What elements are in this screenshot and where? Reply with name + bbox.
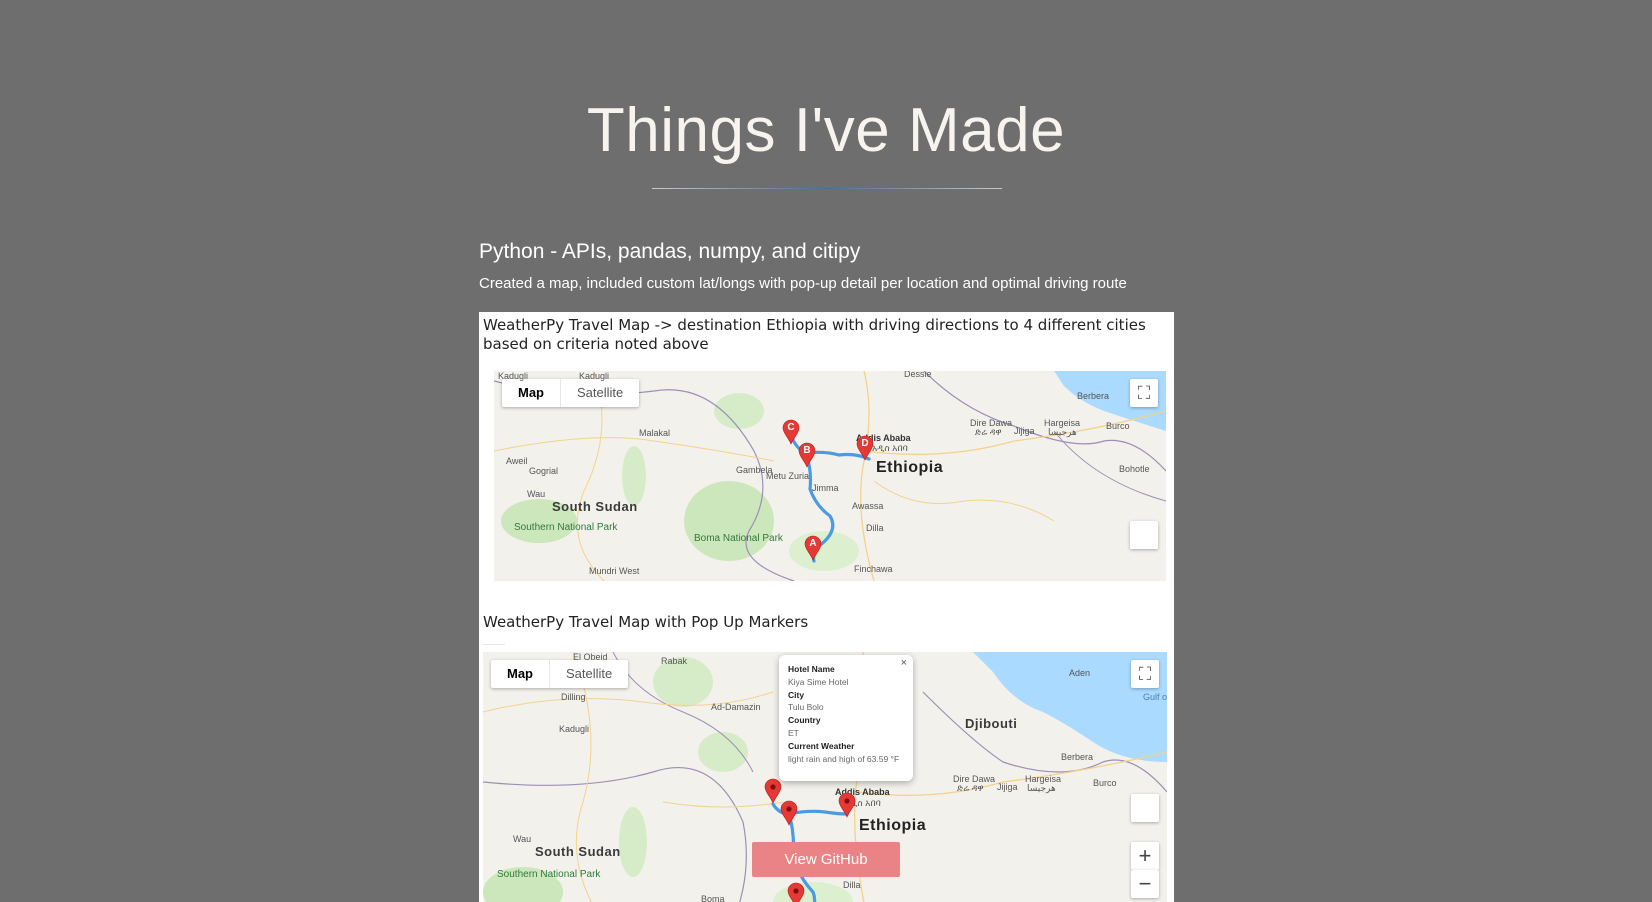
caption-divider — [483, 644, 505, 645]
map1-label-hargeisa-so: هرجيسا — [1048, 427, 1077, 437]
map1-label-dessie: Dessie — [904, 371, 932, 379]
map1-label-addis-am: አዲስ አበባ — [872, 443, 908, 453]
map1-label-gogrial: Gogrial — [529, 466, 559, 476]
map2-label-boma: Boma — [701, 894, 725, 902]
map2-satellite-button[interactable]: Satellite — [549, 660, 628, 688]
popup-city-label: City — [788, 689, 805, 700]
map2-label-ad-damazin: Ad-Damazin — [711, 702, 761, 712]
map1-label-kadugli-2: Kadugli — [579, 371, 610, 381]
map1-label-southern-park: Southern National Park — [514, 522, 618, 533]
map2-label-wau: Wau — [513, 834, 532, 844]
map1-marker-d-label: D — [861, 438, 869, 449]
marker-info-popup: × Hotel Name Kiya Sime Hotel City Tulu B… — [779, 655, 913, 781]
page: Things I've Made Python - APIs, pandas, … — [0, 0, 1652, 902]
map1-label-metu: Metu Zuria — [766, 471, 810, 481]
map1-label-finchawa: Finchawa — [854, 564, 893, 574]
map1-marker-c-label: C — [787, 422, 795, 433]
map1-label-bohotle: Bohotle — [1119, 464, 1150, 474]
map1-label-berbera: Berbera — [1077, 391, 1110, 401]
map1-label-malakal: Malakal — [639, 428, 671, 438]
fullscreen-icon: ⛶ — [1137, 383, 1151, 403]
map2-zoom-in-button[interactable]: + — [1131, 842, 1159, 870]
map2-label-aden: Aden — [1069, 668, 1091, 678]
marker-icon — [780, 800, 798, 826]
project-heading: Python - APIs, pandas, numpy, and citipy — [479, 240, 861, 263]
map2-label-southern-park: Southern National Park — [497, 869, 601, 880]
map2-label-djibouti: Djibouti — [965, 716, 1018, 731]
close-icon[interactable]: × — [901, 657, 907, 670]
map1-fullscreen-button[interactable]: ⛶ — [1130, 379, 1158, 407]
map1-map-button[interactable]: Map — [502, 379, 560, 407]
map1-label-dilla: Dilla — [866, 523, 884, 533]
map2-label-south-sudan: South Sudan — [535, 844, 621, 859]
map2-marker-3[interactable] — [838, 792, 856, 818]
map1-label-burco: Burco — [1106, 421, 1130, 431]
popup-weather-label: Current Weather — [788, 740, 855, 751]
map1-label-mundri: Mundri West — [589, 566, 640, 576]
popup-country-label: Country — [788, 715, 821, 726]
popup-country-value: ET — [788, 727, 799, 738]
map1-label-south-sudan: South Sudan — [552, 499, 638, 514]
map2-label-berbera: Berbera — [1061, 752, 1094, 762]
map1-label-aweil: Aweil — [506, 456, 528, 466]
map2-label-hargeisa-so: هرجيسا — [1027, 783, 1056, 793]
map1-marker-a-label: A — [809, 538, 817, 549]
map2-label-rabak: Rabak — [661, 656, 688, 666]
map1-label-awassa: Awassa — [852, 501, 884, 511]
map1-marker-a[interactable]: A — [804, 535, 822, 561]
map1-marker-d[interactable]: D — [856, 435, 874, 461]
map1-label-wau: Wau — [527, 489, 546, 499]
map2-marker-2[interactable] — [780, 800, 798, 826]
map2-label-dire-dawa-am: ድሬ ዳዋ — [957, 783, 984, 793]
map2-label-el-obeid: El Obeid — [573, 652, 608, 662]
map2-label-jijiga: Jijiga — [997, 782, 1018, 792]
map1-marker-b-label: B — [803, 445, 811, 456]
map2-zoom-out-button[interactable]: − — [1131, 870, 1159, 898]
map1-label-jijiga: Jijiga — [1014, 426, 1035, 436]
map1-maptype-control: Map Satellite — [502, 379, 640, 407]
popup-hotel-label: Hotel Name — [788, 664, 835, 674]
map2-streetview-button[interactable] — [1131, 794, 1159, 822]
fullscreen-icon: ⛶ — [1138, 664, 1152, 684]
plus-icon: + — [1138, 843, 1152, 868]
popup-city-value: Tulu Bolo — [788, 702, 824, 713]
map2-label-gulf: Gulf o — [1143, 692, 1167, 702]
map2-marker-4[interactable] — [787, 882, 805, 902]
map2-maptype-control: Map Satellite — [491, 660, 629, 688]
map2-label-dilla: Dilla — [843, 880, 861, 890]
map2-fullscreen-button[interactable]: ⛶ — [1131, 660, 1159, 688]
map1-streetview-button[interactable] — [1130, 521, 1158, 549]
map1-label-dire-dawa-am: ድሬ ዳዋ — [975, 427, 1002, 437]
map1-label-boma-park: Boma National Park — [694, 533, 783, 544]
map2-label-dilling: Dilling — [561, 692, 586, 702]
map1-label-ethiopia: Ethiopia — [876, 459, 944, 476]
page-title: Things I've Made — [586, 96, 1066, 165]
map2-map-button[interactable]: Map — [491, 660, 549, 688]
map2-caption: WeatherPy Travel Map with Pop Up Markers — [483, 613, 809, 631]
project-description: Created a map, included custom lat/longs… — [479, 275, 1127, 292]
project-image-card: WeatherPy Travel Map -> destination Ethi… — [479, 312, 1174, 902]
popup-hotel-value: Kiya Sime Hotel — [788, 676, 849, 687]
view-github-button[interactable]: View GitHub — [752, 842, 900, 877]
minus-icon: − — [1138, 871, 1152, 896]
map1-caption: WeatherPy Travel Map -> destination Ethi… — [483, 316, 1146, 353]
map1-marker-b[interactable]: B — [798, 442, 816, 468]
title-underline — [652, 188, 1002, 189]
popup-weather-value: light rain and high of 63.59 °F — [788, 753, 900, 764]
route-map[interactable]: Map Satellite ⛶ Kadugli Kadugli Dessie A… — [494, 371, 1166, 581]
map2-label-kadugli: Kadugli — [559, 724, 590, 734]
marker-icon — [838, 792, 856, 818]
map1-label-kadugli: Kadugli — [498, 371, 529, 381]
map1-satellite-button[interactable]: Satellite — [560, 379, 639, 407]
map2-label-burco: Burco — [1093, 778, 1117, 788]
map2-label-ethiopia: Ethiopia — [859, 817, 927, 834]
map1-label-jimma: Jimma — [812, 483, 839, 493]
marker-icon — [787, 882, 805, 902]
